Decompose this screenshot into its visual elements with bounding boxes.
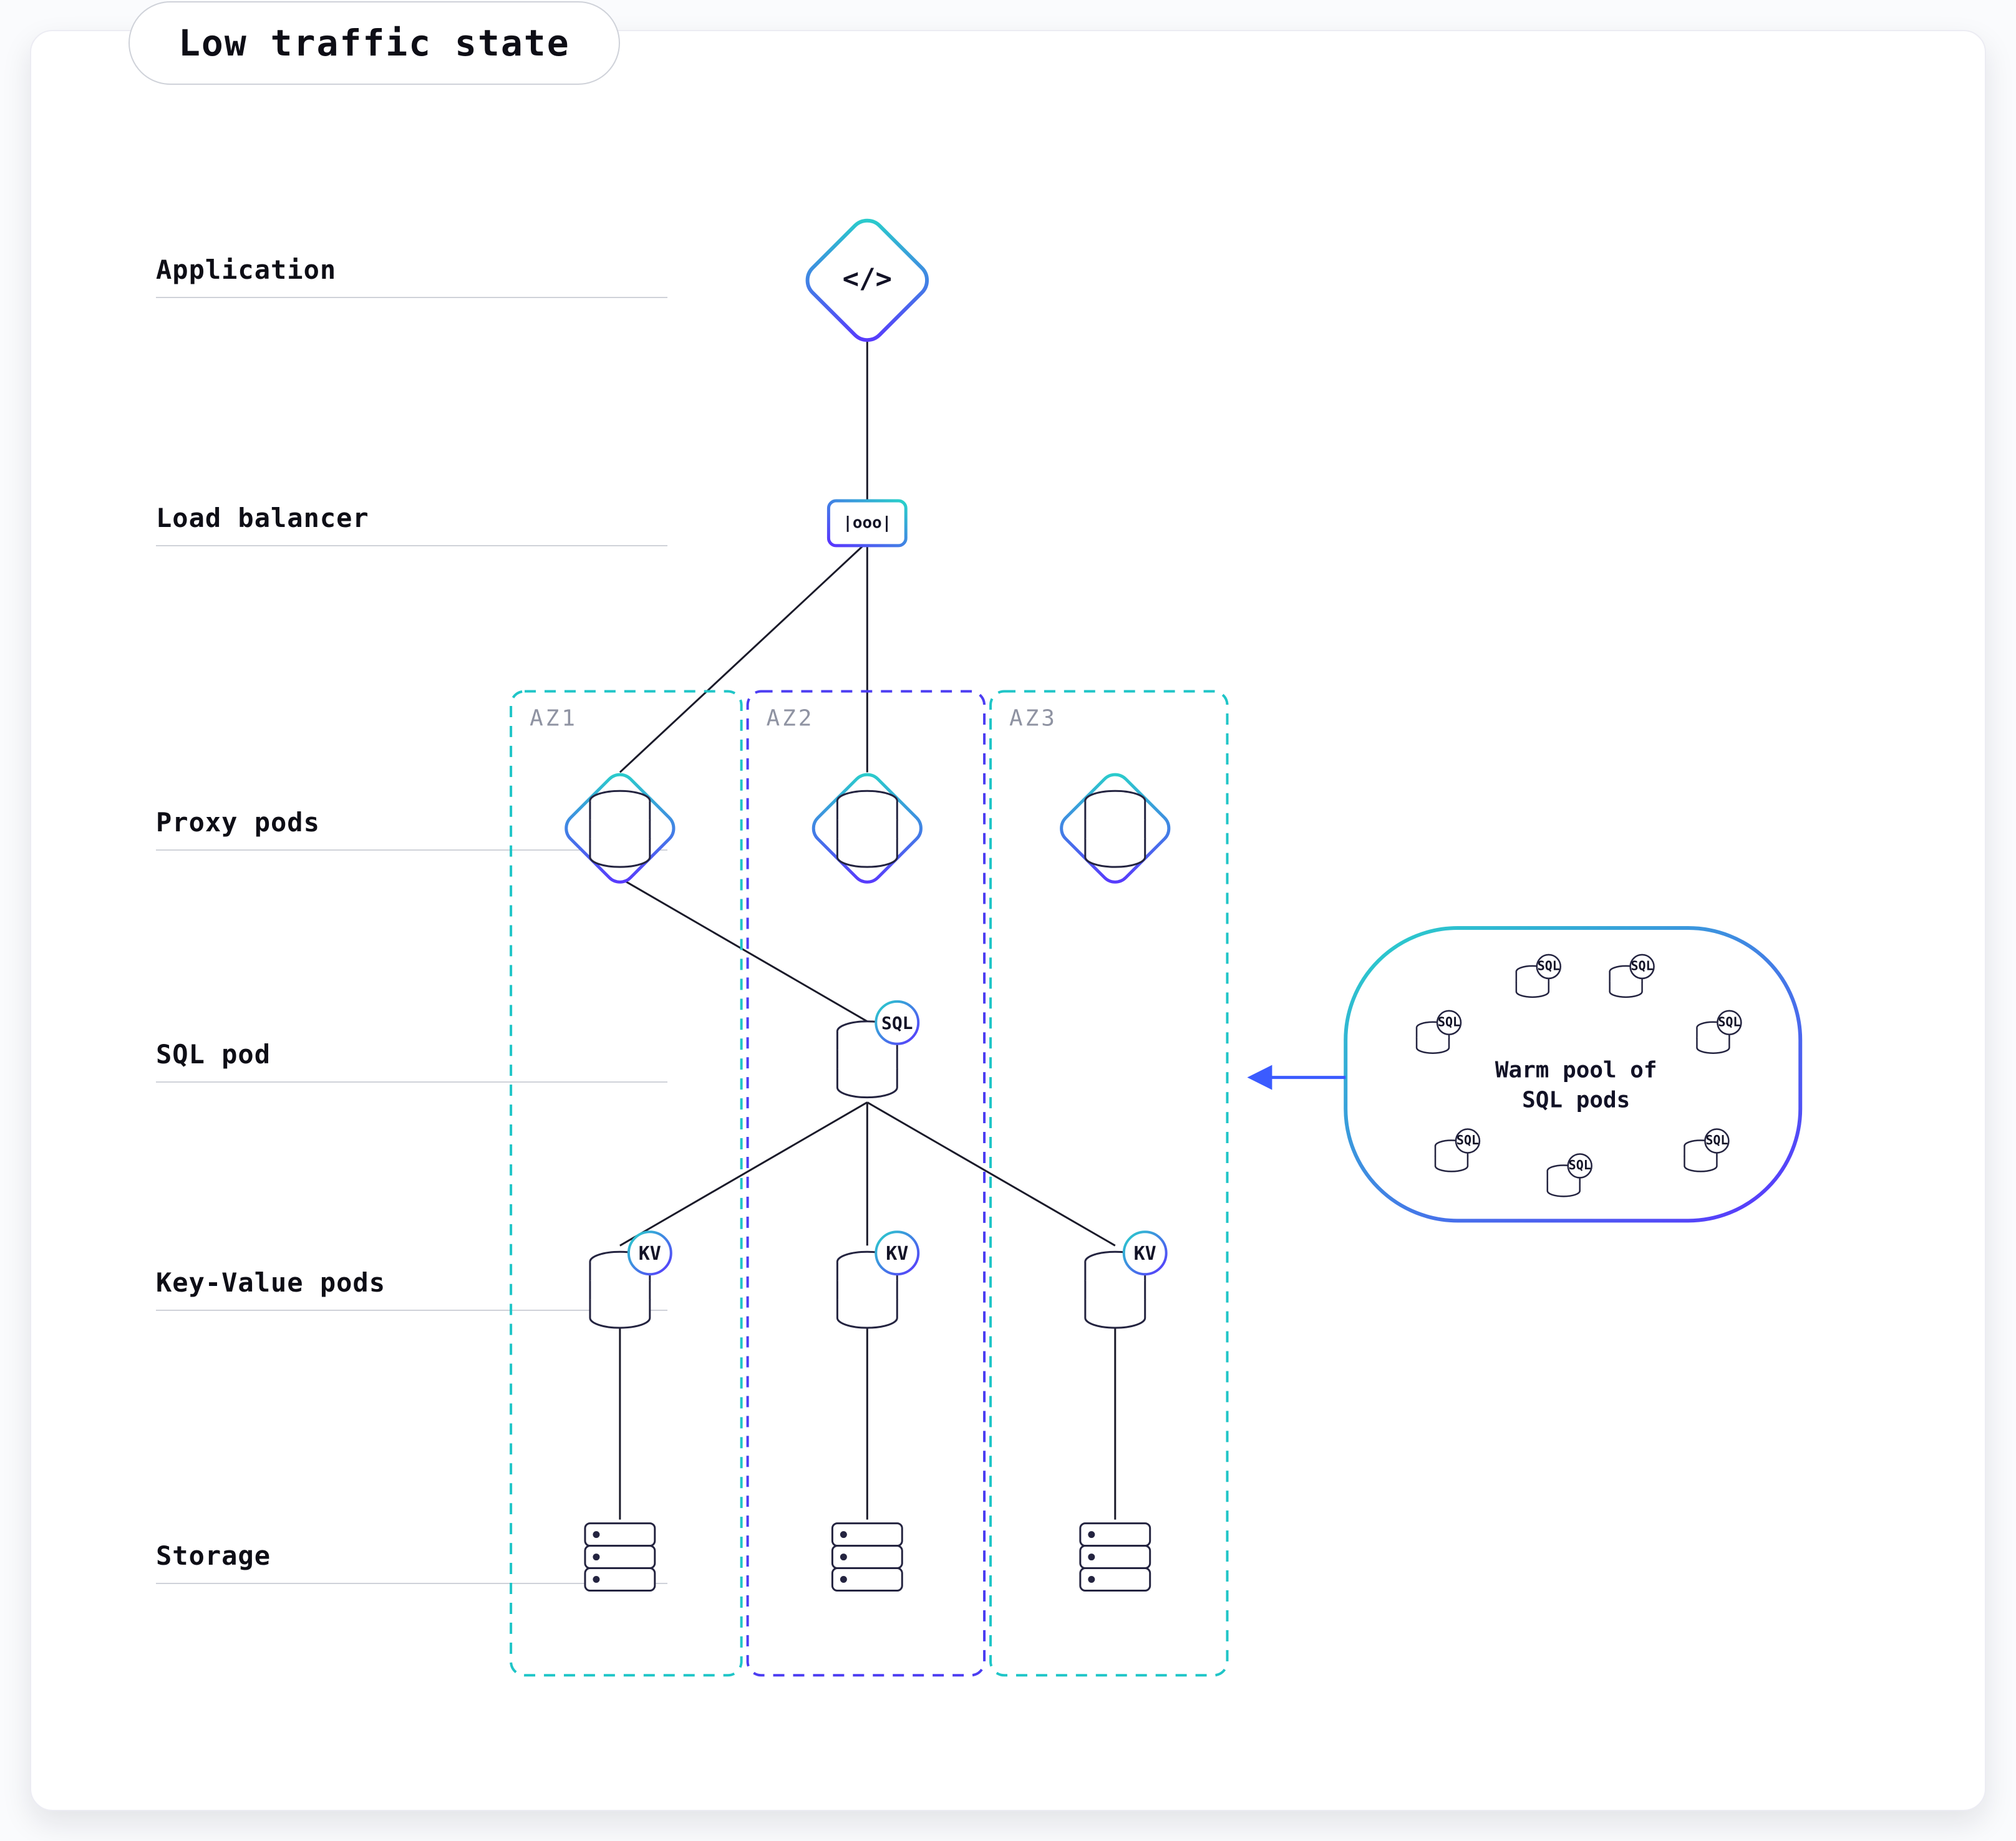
warm-pool: SQL SQL SQL SQL SQL SQL SQL Warm pool of… — [1252, 928, 1800, 1220]
load-balancer-icon: |ooo| — [828, 501, 906, 546]
az2-label: AZ2 — [767, 705, 815, 731]
application-icon: </> — [800, 213, 934, 347]
proxy-pod-az3 — [1055, 768, 1175, 888]
svg-text:SQL: SQL — [1705, 1133, 1728, 1148]
kv-pod-badge: KV — [886, 1243, 908, 1265]
diagram-stage: AZ1 AZ2 AZ3 </> |ooo| SQL KV KV — [31, 31, 1985, 1810]
kv-pod-az3: KV — [1085, 1232, 1166, 1328]
sql-pod: SQL — [837, 1002, 918, 1098]
application-icon-label: </> — [843, 263, 892, 294]
warm-pool-line2: SQL pods — [1522, 1088, 1630, 1113]
diagram-panel: Low traffic state Application Load balan… — [30, 30, 1986, 1811]
svg-text:SQL: SQL — [1538, 958, 1560, 973]
proxy-pod-az1 — [560, 768, 680, 888]
az3-label: AZ3 — [1009, 705, 1057, 731]
kv-pod-badge: KV — [639, 1243, 661, 1265]
svg-text:SQL: SQL — [1631, 958, 1654, 973]
warm-pool-line1: Warm pool of — [1495, 1058, 1657, 1083]
storage-az2 — [832, 1524, 902, 1591]
storage-az3 — [1080, 1524, 1150, 1591]
svg-text:SQL: SQL — [1718, 1014, 1740, 1029]
kv-pod-badge: KV — [1134, 1243, 1156, 1265]
svg-text:SQL: SQL — [1569, 1157, 1591, 1172]
svg-text:SQL: SQL — [1438, 1014, 1460, 1029]
kv-pod-az2: KV — [837, 1232, 918, 1328]
svg-text:SQL: SQL — [1456, 1133, 1479, 1148]
az1-label: AZ1 — [530, 705, 578, 731]
proxy-pod-az2 — [807, 768, 927, 888]
storage-az1 — [585, 1524, 655, 1591]
load-balancer-icon-label: |ooo| — [843, 513, 891, 532]
sql-pod-badge: SQL — [881, 1013, 913, 1033]
kv-pod-az1: KV — [590, 1232, 671, 1328]
